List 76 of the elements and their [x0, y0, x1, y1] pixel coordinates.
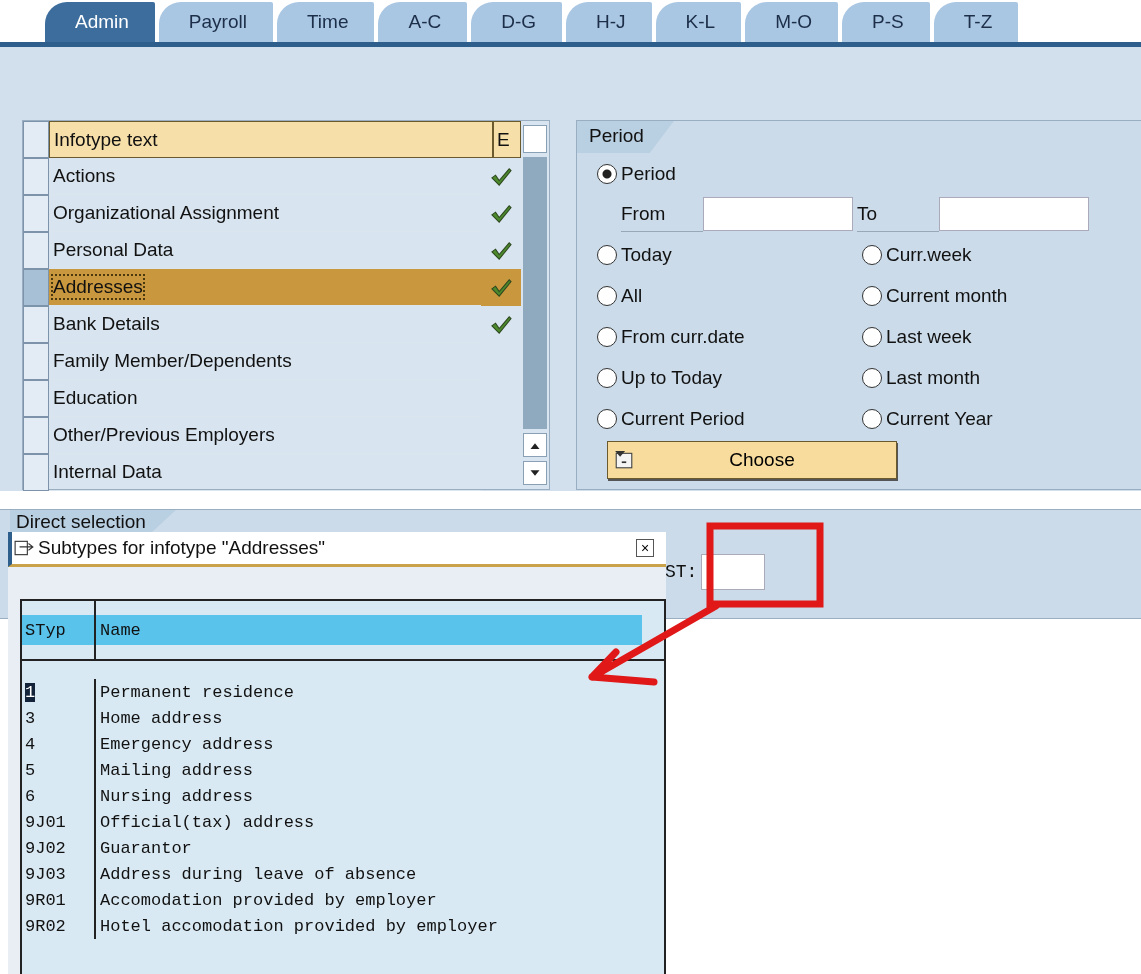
table-cell[interactable]: Bank Details	[49, 306, 481, 343]
row-selector[interactable]	[23, 343, 49, 380]
choose-button[interactable]: Choose	[607, 441, 897, 479]
table-cell[interactable]: Hotel accomodation provided by employer	[96, 916, 498, 936]
table-cell[interactable]: 9J03	[25, 864, 66, 884]
row-selector[interactable]	[23, 306, 49, 343]
scroll-thumb[interactable]	[523, 125, 547, 153]
radio-option[interactable]: Up to Today	[597, 357, 862, 398]
radio-option[interactable]: Current Year	[862, 398, 1127, 439]
date-field[interactable]	[939, 197, 1089, 231]
table-cell[interactable]: 9J02	[25, 838, 66, 858]
tab[interactable]: H-J	[566, 2, 652, 42]
row-selector[interactable]	[23, 454, 49, 491]
tab[interactable]: P-S	[842, 2, 930, 42]
select-all-cell[interactable]	[23, 121, 49, 158]
radio-option[interactable]: All	[597, 275, 862, 316]
radio-option[interactable]: Last week	[862, 316, 1127, 357]
table-cell[interactable]: 3	[25, 708, 36, 728]
tab[interactable]: Time	[276, 2, 375, 42]
scroll-up-icon[interactable]	[523, 433, 547, 457]
scroll-down-icon[interactable]	[523, 461, 547, 485]
dropdown-list-icon	[614, 450, 634, 470]
radio-option[interactable]: Period	[597, 153, 1141, 194]
table-cell[interactable]: 6	[25, 786, 36, 806]
tab[interactable]: A-C	[378, 2, 468, 42]
table-cell[interactable]: Internal Data	[49, 454, 481, 491]
table-cell[interactable]: Other/Previous Employers	[49, 417, 481, 454]
table-cell[interactable]: Education	[49, 380, 481, 417]
row-selector[interactable]	[23, 417, 49, 454]
table-cell[interactable]: Address during leave of absence	[96, 864, 417, 884]
radio-option[interactable]: From curr.date	[597, 316, 862, 357]
table-cell[interactable]: 9J01	[25, 812, 66, 832]
tab[interactable]: Payroll	[158, 2, 273, 42]
table-cell[interactable]: Family Member/Dependents	[49, 343, 481, 380]
radio-option[interactable]: Today	[597, 234, 862, 275]
radio-option[interactable]: Last month	[862, 357, 1127, 398]
column-header: Infotype text	[49, 121, 493, 158]
table-cell[interactable]: Permanent residence	[96, 682, 294, 702]
group-title: Direct selection	[10, 510, 176, 533]
table-cell[interactable]: 1	[25, 682, 36, 702]
tab[interactable]: Admin	[45, 2, 155, 42]
table-cell[interactable]: 4	[25, 734, 36, 754]
popup-title: Subtypes for infotype "Addresses"	[38, 537, 327, 559]
row-selector[interactable]	[23, 232, 49, 269]
table-cell[interactable]: Home address	[96, 708, 223, 728]
close-button[interactable]: ×	[636, 539, 654, 557]
row-selector[interactable]	[23, 269, 49, 306]
table-cell[interactable]: Actions	[49, 158, 481, 195]
column-header: E	[493, 121, 521, 158]
tab[interactable]: K-L	[655, 2, 742, 42]
tab[interactable]: T-Z	[933, 2, 1019, 42]
table-cell[interactable]: 5	[25, 760, 36, 780]
table-cell[interactable]: Organizational Assignment	[49, 195, 481, 232]
tab[interactable]: M-O	[745, 2, 839, 42]
table-cell[interactable]: Nursing address	[96, 786, 254, 806]
column-header: STyp	[22, 601, 96, 659]
column-header: Name	[96, 615, 642, 645]
row-selector[interactable]	[23, 195, 49, 232]
field-label: ST:	[665, 562, 698, 582]
table-cell[interactable]: 9R02	[25, 916, 66, 936]
table-cell[interactable]: Guarantor	[96, 838, 192, 858]
table-cell[interactable]: Mailing address	[96, 760, 254, 780]
table-cell[interactable]: Official(tax) address	[96, 812, 315, 832]
radio-option[interactable]: Current Period	[597, 398, 862, 439]
tab[interactable]: D-G	[471, 2, 563, 42]
table-cell[interactable]: Accomodation provided by employer	[96, 890, 437, 910]
group-title: Period	[577, 121, 674, 153]
table-cell[interactable]: Emergency address	[96, 734, 274, 754]
row-selector[interactable]	[23, 158, 49, 195]
table-cell[interactable]: Addresses	[49, 269, 481, 306]
row-selector[interactable]	[23, 380, 49, 417]
radio-option[interactable]: Curr.week	[862, 234, 1127, 275]
window-icon	[14, 539, 34, 557]
table-cell[interactable]: 9R01	[25, 890, 66, 910]
date-field[interactable]	[703, 197, 853, 231]
radio-option[interactable]: Current month	[862, 275, 1127, 316]
